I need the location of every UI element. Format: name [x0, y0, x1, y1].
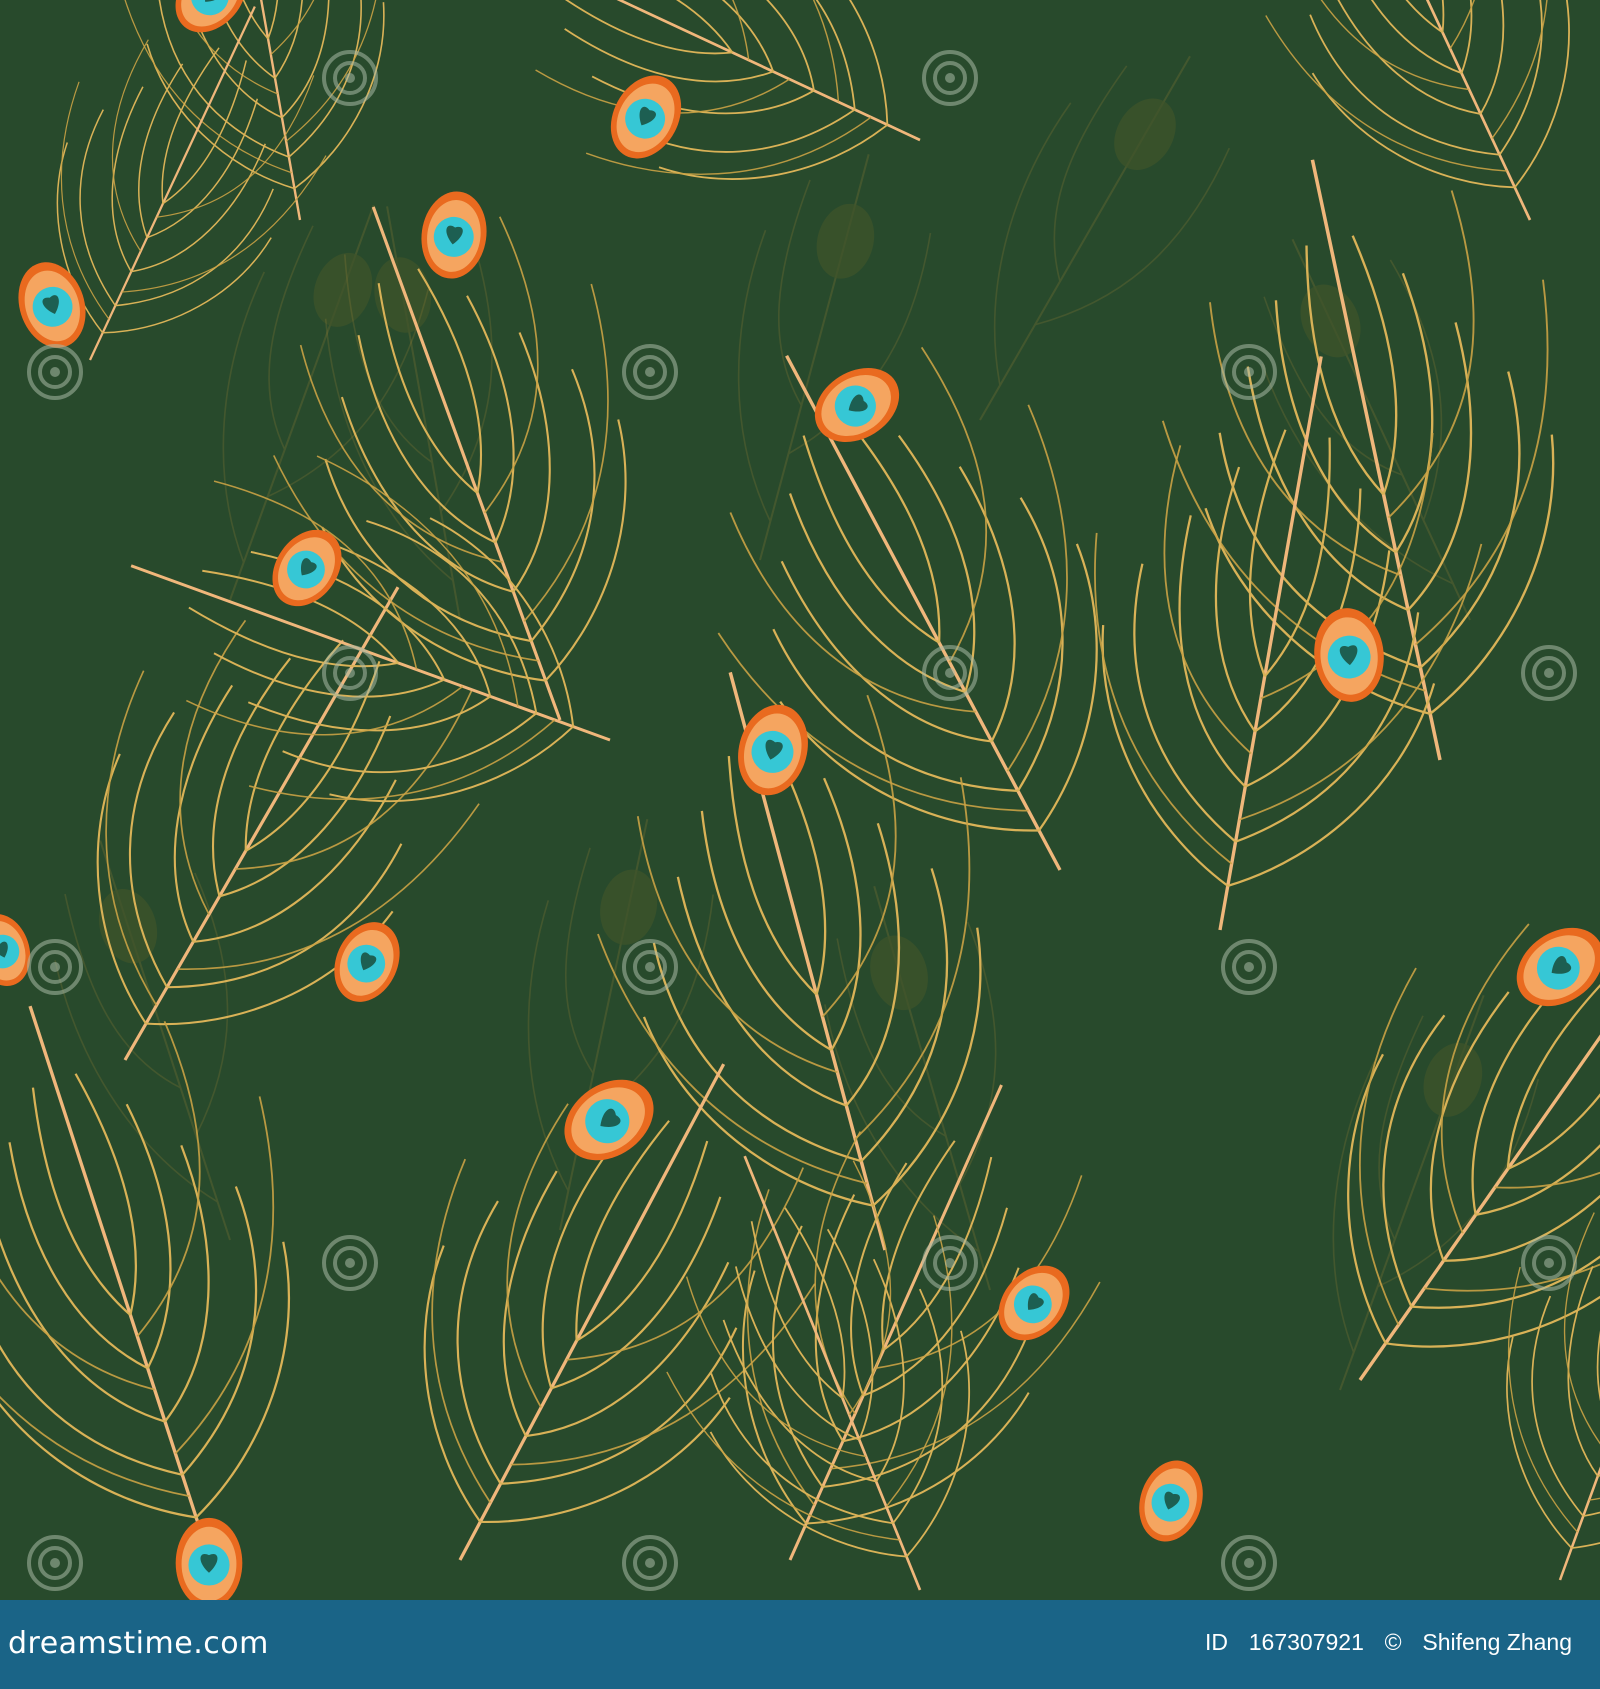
id-label: ID	[1204, 1629, 1228, 1655]
author-name: Shifeng Zhang	[1422, 1629, 1572, 1655]
image-credit: ID 167307921 © Shifeng Zhang	[1205, 1629, 1572, 1656]
stock-footer-bar: dreamstime.com ID 167307921 © Shifeng Zh…	[0, 1600, 1600, 1689]
brand-name: dreamstime.com	[8, 1626, 269, 1661]
peacock-feather-artwork	[0, 0, 1600, 1600]
id-value: 167307921	[1248, 1629, 1364, 1655]
stock-image-preview: dreamstime.com ID 167307921 © Shifeng Zh…	[0, 0, 1600, 1689]
copyright-symbol: ©	[1384, 1629, 1402, 1655]
